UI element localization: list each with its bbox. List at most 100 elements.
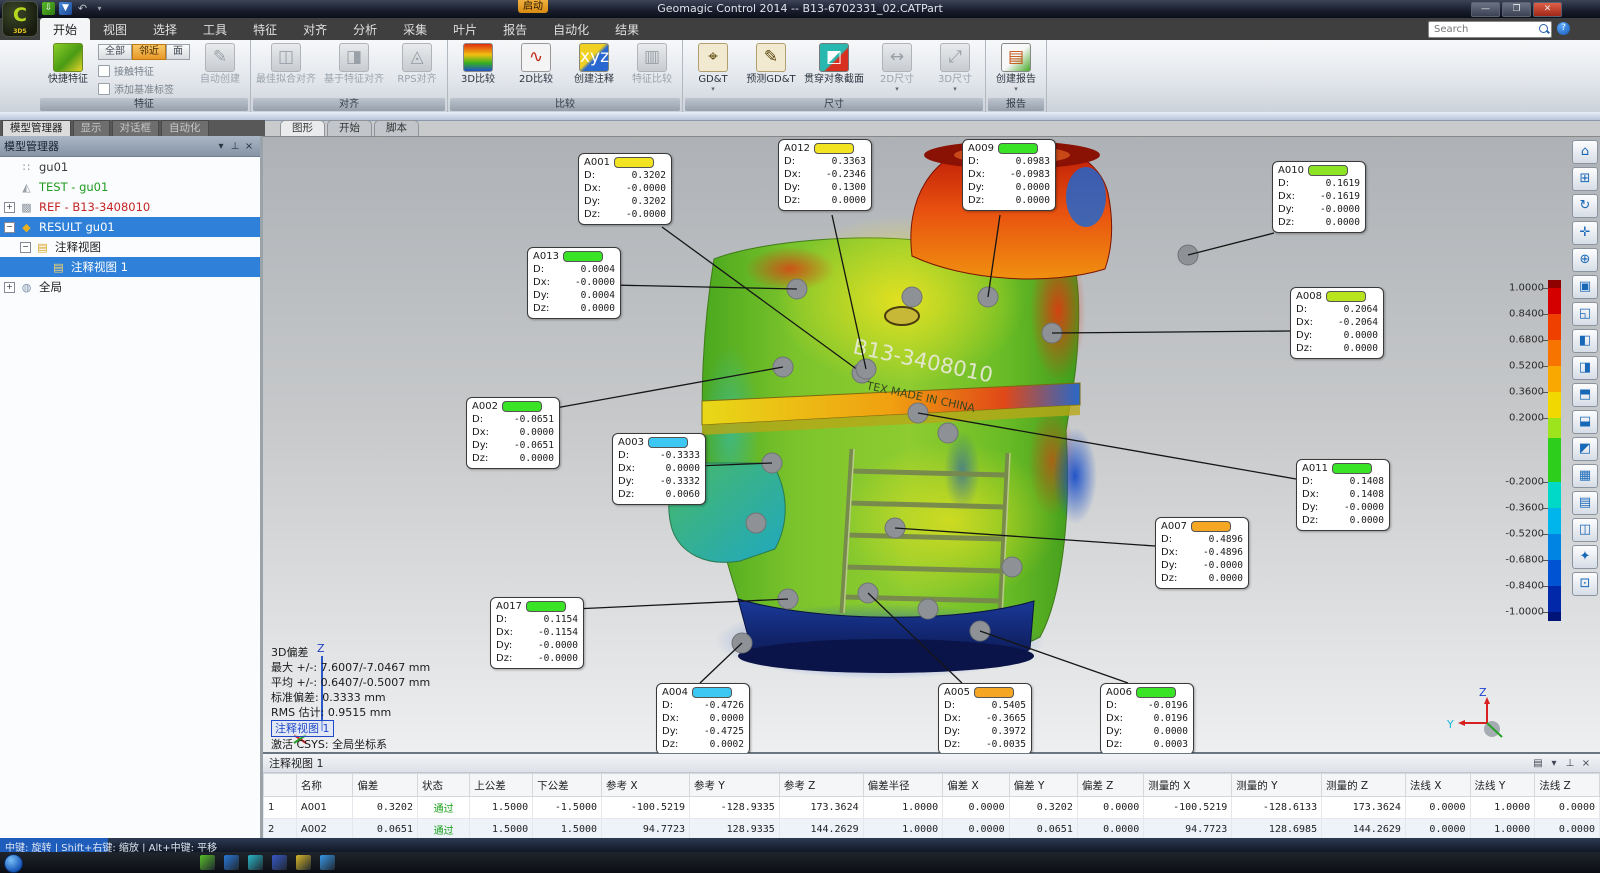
contact-feature-checkbox[interactable]: 接触特征 xyxy=(98,63,190,78)
minimize-button[interactable]: — xyxy=(1471,2,1500,17)
annotation-callout[interactable]: A002D:-0.0651Dx:0.0000Dy:-0.0651Dz:0.000… xyxy=(466,397,560,469)
viewport-tab[interactable]: 图形 xyxy=(280,120,325,136)
table-column-header[interactable]: 偏差半径 xyxy=(863,774,943,797)
close-button[interactable]: ✕ xyxy=(1533,2,1562,17)
3d-dimension-button[interactable]: ⤢ 3D尺寸▾ xyxy=(927,41,983,94)
right-view-icon[interactable]: ◨ xyxy=(1572,356,1598,380)
back-view-icon[interactable]: ◱ xyxy=(1572,302,1598,326)
viewport-tab[interactable]: 开始 xyxy=(327,120,372,136)
tree-expander-icon[interactable]: + xyxy=(4,202,15,213)
ribbon-tab[interactable]: 自动化 xyxy=(540,18,602,40)
table-row[interactable]: 1A0010.3202通过1.5000-1.5000-100.5219-128.… xyxy=(264,797,1600,819)
tree-expander-icon[interactable]: − xyxy=(20,242,31,253)
rotate-view-icon[interactable]: ↻ xyxy=(1572,194,1598,218)
annotation-callout[interactable]: A005D:0.5405Dx:-0.3665Dy:0.3972Dz:-0.003… xyxy=(938,683,1032,753)
shade-mode-icon[interactable]: ▦ xyxy=(1572,464,1598,488)
search-box[interactable] xyxy=(1428,21,1552,38)
taskbar-app-icon[interactable] xyxy=(248,855,263,870)
ribbon-tab[interactable]: 特征 xyxy=(240,18,290,40)
quick-feature-button[interactable]: 快捷特征 xyxy=(40,41,96,87)
left-view-icon[interactable]: ◧ xyxy=(1572,329,1598,353)
table-column-header[interactable]: 上公差 xyxy=(470,774,533,797)
evaluate-gdt-button[interactable]: ✎ 预测GD&T xyxy=(743,41,799,87)
start-button[interactable] xyxy=(4,854,23,873)
datum-label-checkbox[interactable]: 添加基准标签 xyxy=(98,81,190,96)
table-column-header[interactable]: 状态 xyxy=(417,774,469,797)
table-column-header[interactable]: 偏差 xyxy=(353,774,418,797)
2d-compare-button[interactable]: ∿ 2D比较 xyxy=(508,41,564,87)
annotation-callout[interactable]: A009D:0.0983Dx:-0.0983Dy:0.0000Dz:0.0000 xyxy=(962,139,1056,211)
annotation-callout[interactable]: A001D:0.3202Dx:-0.0000Dy:0.3202Dz:-0.000… xyxy=(578,153,672,225)
3d-viewport[interactable]: B13-3408010 TEX MADE IN CHINA Z Z Y xyxy=(263,136,1600,753)
create-annotation-button[interactable]: xyz 创建注释 xyxy=(566,41,622,87)
app-logo[interactable]: C3DS xyxy=(2,1,38,37)
table-column-header[interactable]: 参考 X xyxy=(602,774,690,797)
table-collapse-icon[interactable]: ▾ xyxy=(1546,758,1562,769)
annotation-callout[interactable]: A003D:-0.3333Dx:0.0000Dy:-0.3332Dz:0.006… xyxy=(612,433,706,505)
annotation-callout[interactable]: A008D:0.2064Dx:-0.2064Dy:0.0000Dz:0.0000 xyxy=(1290,287,1384,359)
top-view-icon[interactable]: ⬒ xyxy=(1572,383,1598,407)
annotation-callout[interactable]: A006D:-0.0196Dx:0.0196Dy:0.0000Dz:0.0003 xyxy=(1100,683,1194,753)
table-close-icon[interactable]: × xyxy=(1578,758,1594,769)
annotation-callout[interactable]: A011D:0.1408Dx:0.1408Dy:-0.0000Dz:0.0000 xyxy=(1296,459,1390,531)
table-column-header[interactable]: 参考 Z xyxy=(779,774,863,797)
iso-view-icon[interactable]: ◩ xyxy=(1572,437,1598,461)
feature-compare-button[interactable]: ▥ 特征比较 xyxy=(624,41,680,87)
create-report-button[interactable]: ▤ 创建报告▾ xyxy=(988,41,1044,94)
zoom-window-icon[interactable]: ⊞ xyxy=(1572,167,1598,191)
table-column-header[interactable]: 名称 xyxy=(296,774,352,797)
tree-item[interactable]: −◆RESULT gu01 xyxy=(0,217,260,237)
table-grid-icon[interactable]: ▤ xyxy=(1530,758,1546,769)
mode-near-button[interactable]: 邻近 xyxy=(132,44,166,60)
best-fit-align-button[interactable]: ◫ 最佳拟合对齐 xyxy=(253,41,319,87)
tree-item[interactable]: ▤注释视图 1 xyxy=(0,257,260,277)
tree-expander-icon[interactable]: − xyxy=(4,222,15,233)
ribbon-tab[interactable]: 报告 xyxy=(490,18,540,40)
table-column-header[interactable]: 参考 Y xyxy=(690,774,780,797)
screenshot-icon[interactable]: ⊡ xyxy=(1572,572,1598,596)
table-column-header[interactable]: 测量的 X xyxy=(1144,774,1232,797)
ribbon-tab[interactable]: 视图 xyxy=(90,18,140,40)
rps-align-button[interactable]: ◬ RPS对齐 xyxy=(389,41,445,87)
tree-item[interactable]: ∷gu01 xyxy=(0,157,260,177)
annotation-callout[interactable]: A013D:0.0004Dx:-0.0000Dy:0.0004Dz:0.0000 xyxy=(527,247,621,319)
section-view-icon[interactable]: ◫ xyxy=(1572,518,1598,542)
taskbar-app-icon[interactable] xyxy=(224,855,239,870)
taskbar-app-icon[interactable] xyxy=(296,855,311,870)
taskbar-app-icon[interactable] xyxy=(272,855,287,870)
table-column-header[interactable]: 测量的 Z xyxy=(1322,774,1406,797)
panel-collapse-icon[interactable]: ▾ xyxy=(214,141,228,152)
table-column-header[interactable]: 偏差 Y xyxy=(1009,774,1077,797)
help-button[interactable]: ? xyxy=(1557,22,1570,35)
tree-item[interactable]: +▩REF - B13-3408010 xyxy=(0,197,260,217)
ribbon-tab[interactable]: 开始 xyxy=(40,18,90,40)
maximize-button[interactable]: ❐ xyxy=(1502,2,1531,17)
table-column-header[interactable]: 法线 X xyxy=(1405,774,1470,797)
search-icon[interactable] xyxy=(1539,24,1548,33)
annotation-callout[interactable]: A010D:0.1619Dx:-0.1619Dy:-0.0000Dz:0.000… xyxy=(1272,161,1366,233)
bottom-view-icon[interactable]: ⬓ xyxy=(1572,410,1598,434)
annotation-callout[interactable]: A004D:-0.4726Dx:0.0000Dy:-0.4725Dz:0.000… xyxy=(656,683,750,753)
table-column-header[interactable]: 法线 Z xyxy=(1535,774,1600,797)
ribbon-tab[interactable]: 分析 xyxy=(340,18,390,40)
table-column-header[interactable]: 偏差 Z xyxy=(1077,774,1143,797)
panel-pin-icon[interactable]: ⊥ xyxy=(228,141,242,152)
panel-close-icon[interactable]: × xyxy=(242,141,256,152)
through-object-section-button[interactable]: ◩ 贯穿对象截面 xyxy=(801,41,867,87)
panel-tab[interactable]: 对话框 xyxy=(112,120,160,136)
ribbon-tab[interactable]: 对齐 xyxy=(290,18,340,40)
annotation-callout[interactable]: A012D:0.3363Dx:-0.2346Dy:0.1300Dz:0.0000 xyxy=(778,139,872,211)
gdt-button[interactable]: ⌖ GD&T▾ xyxy=(685,41,741,94)
taskbar-app-icon[interactable] xyxy=(320,855,335,870)
inspected-model[interactable]: B13-3408010 TEX MADE IN CHINA xyxy=(669,141,1112,679)
light-toggle-icon[interactable]: ✦ xyxy=(1572,545,1598,569)
table-column-header[interactable]: 下公差 xyxy=(533,774,602,797)
auto-create-button[interactable]: ✎ 自动创建 xyxy=(192,41,248,87)
table-column-header[interactable] xyxy=(264,774,297,797)
ribbon-tab[interactable]: 采集 xyxy=(390,18,440,40)
table-column-header[interactable]: 偏差 X xyxy=(943,774,1009,797)
ribbon-tab[interactable]: 叶片 xyxy=(440,18,490,40)
tree-expander-icon[interactable]: + xyxy=(4,282,15,293)
viewport-tab[interactable]: 脚本 xyxy=(374,120,419,136)
table-column-header[interactable]: 测量的 Y xyxy=(1232,774,1322,797)
